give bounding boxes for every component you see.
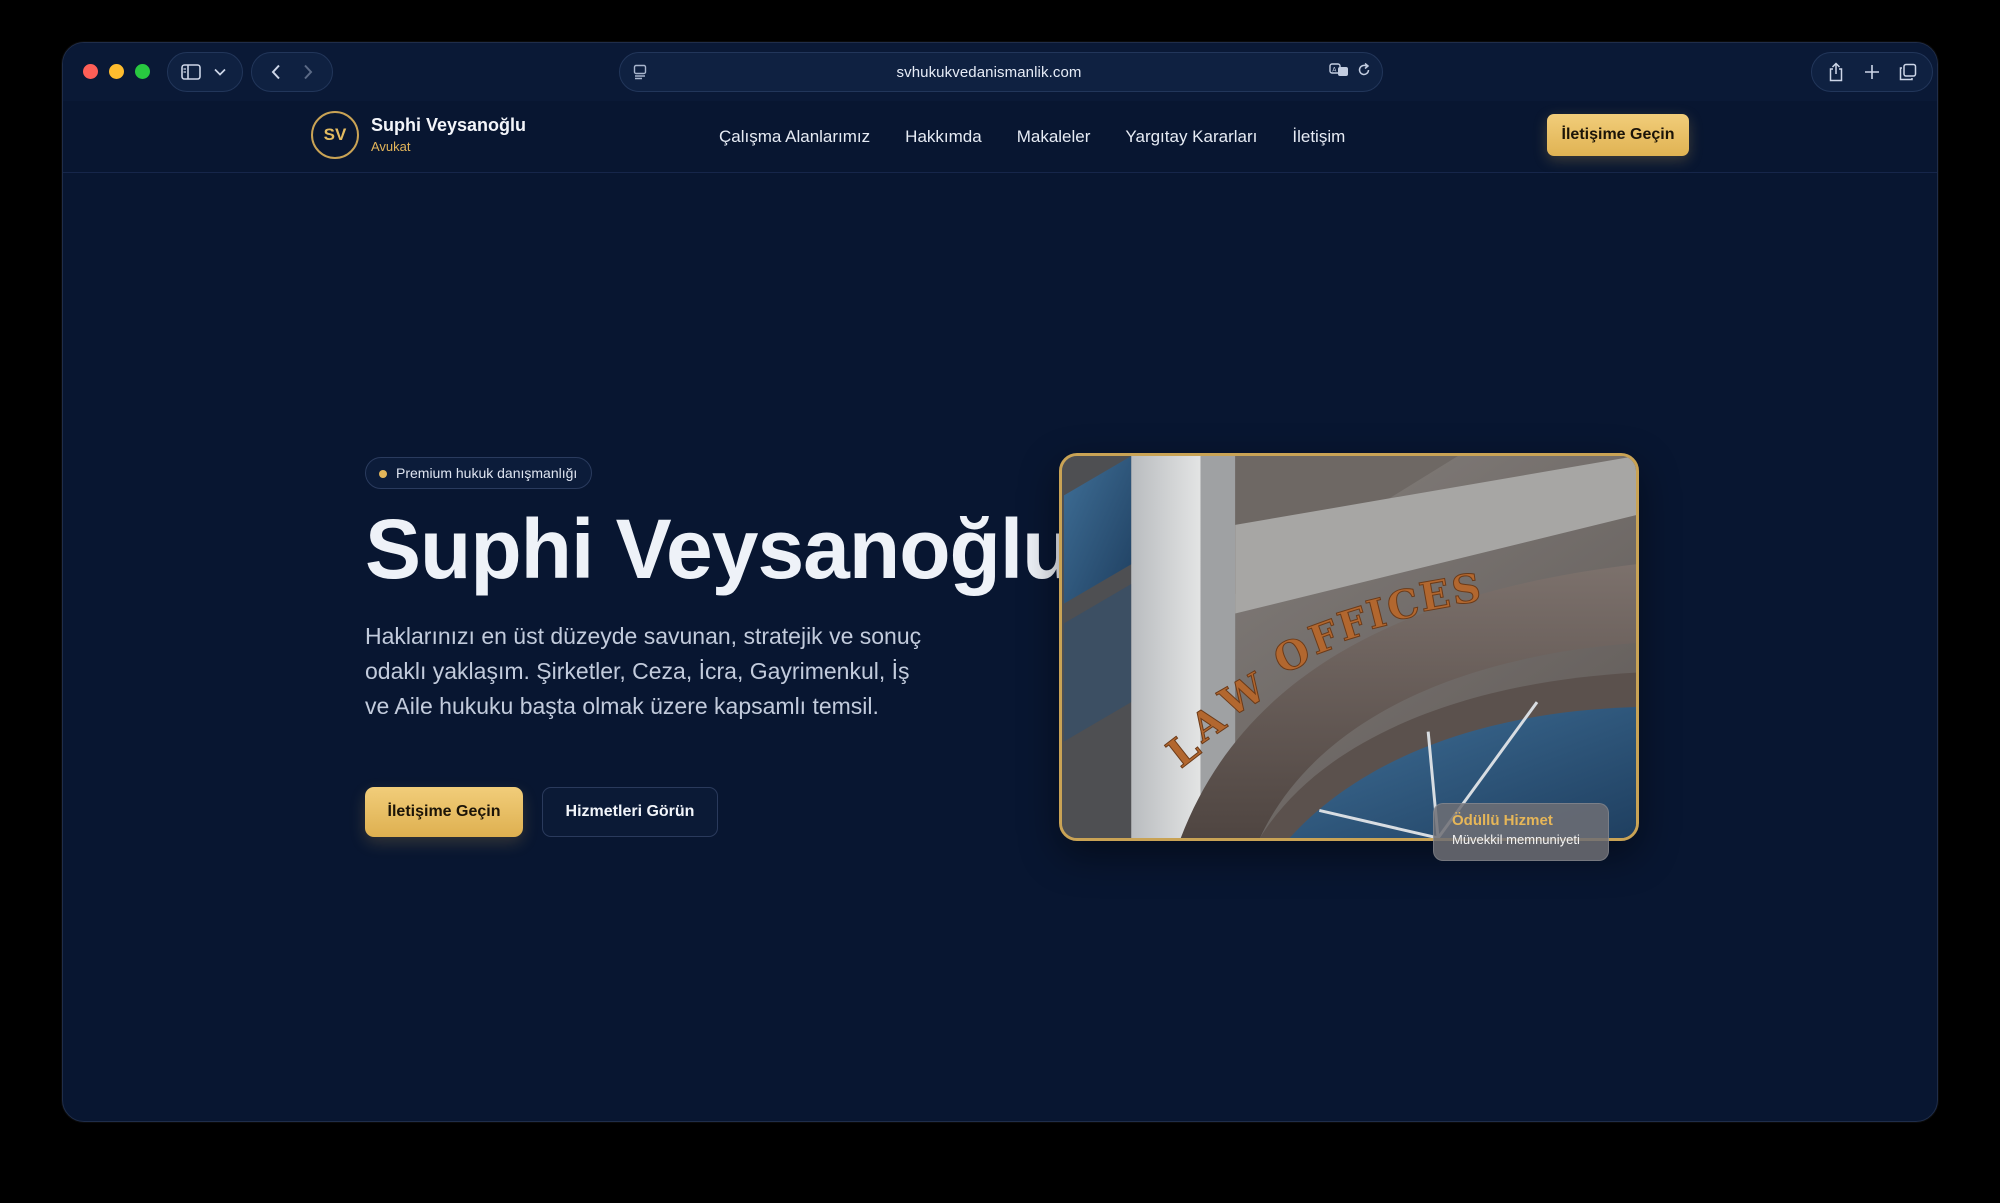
view-services-button[interactable]: Hizmetleri Görün	[542, 787, 718, 837]
contact-button[interactable]: İletişime Geçin	[365, 787, 523, 837]
browser-window: svhukukvedanismanlik.com A SV Suphi Veys…	[62, 42, 1938, 1122]
hero-description: Haklarınızı en üst düzeyde savunan, stra…	[365, 623, 922, 719]
header-contact-button[interactable]: İletişime Geçin	[1547, 114, 1689, 156]
window-actions-group	[1811, 52, 1933, 92]
reload-icon[interactable]	[1357, 62, 1371, 83]
nav-item-about[interactable]: Hakkımda	[905, 127, 982, 147]
zoom-window-button[interactable]	[135, 64, 150, 79]
nav-item-court-decisions[interactable]: Yargıtay Kararları	[1125, 127, 1257, 147]
address-bar[interactable]: svhukukvedanismanlik.com A	[619, 52, 1383, 92]
site-header: SV Suphi Veysanoğlu Avukat Çalışma Alanl…	[63, 101, 1937, 173]
close-window-button[interactable]	[83, 64, 98, 79]
logo-initials: SV	[323, 125, 347, 144]
sidebar-toggle-group	[167, 52, 243, 92]
sidebar-icon[interactable]	[177, 58, 205, 86]
forward-arrow-icon[interactable]	[294, 58, 322, 86]
history-nav-group	[251, 52, 333, 92]
award-title: Ödüllü Hizmet	[1452, 812, 1553, 829]
translate-icon[interactable]: A	[1329, 62, 1349, 83]
award-card: Ödüllü Hizmet Müvekkil memnuniyeti	[1433, 803, 1609, 861]
new-tab-plus-icon[interactable]	[1858, 58, 1886, 86]
nav-item-articles[interactable]: Makaleler	[1017, 127, 1091, 147]
hero-title: Suphi Veysanoğlu	[365, 502, 1073, 596]
tab-overview-icon[interactable]	[1894, 58, 1922, 86]
browser-toolbar: svhukukvedanismanlik.com A	[63, 43, 1937, 101]
badge-dot-icon	[379, 470, 387, 478]
law-office-photo: L A W O F F I C E S	[1059, 453, 1639, 841]
premium-badge: Premium hukuk danışmanlığı	[365, 457, 593, 489]
brand-name[interactable]: Suphi Veysanoğlu	[371, 115, 526, 136]
main-nav: Çalışma Alanlarımız Hakkımda Makaleler Y…	[719, 101, 1345, 173]
chevron-down-icon[interactable]	[206, 58, 234, 86]
share-icon[interactable]	[1822, 58, 1850, 86]
badge-label: Premium hukuk danışmanlığı	[396, 465, 578, 481]
nav-item-contact[interactable]: İletişim	[1292, 127, 1345, 147]
nav-item-practice-areas[interactable]: Çalışma Alanlarımız	[719, 127, 870, 147]
award-subtitle: Müvekkil memnuniyeti	[1452, 832, 1580, 847]
minimize-window-button[interactable]	[109, 64, 124, 79]
brand-subtitle: Avukat	[371, 139, 411, 154]
logo-badge[interactable]: SV	[311, 111, 359, 159]
url-text: svhukukvedanismanlik.com	[896, 63, 1082, 81]
back-arrow-icon[interactable]	[262, 58, 290, 86]
page-menu-icon[interactable]	[620, 64, 660, 80]
